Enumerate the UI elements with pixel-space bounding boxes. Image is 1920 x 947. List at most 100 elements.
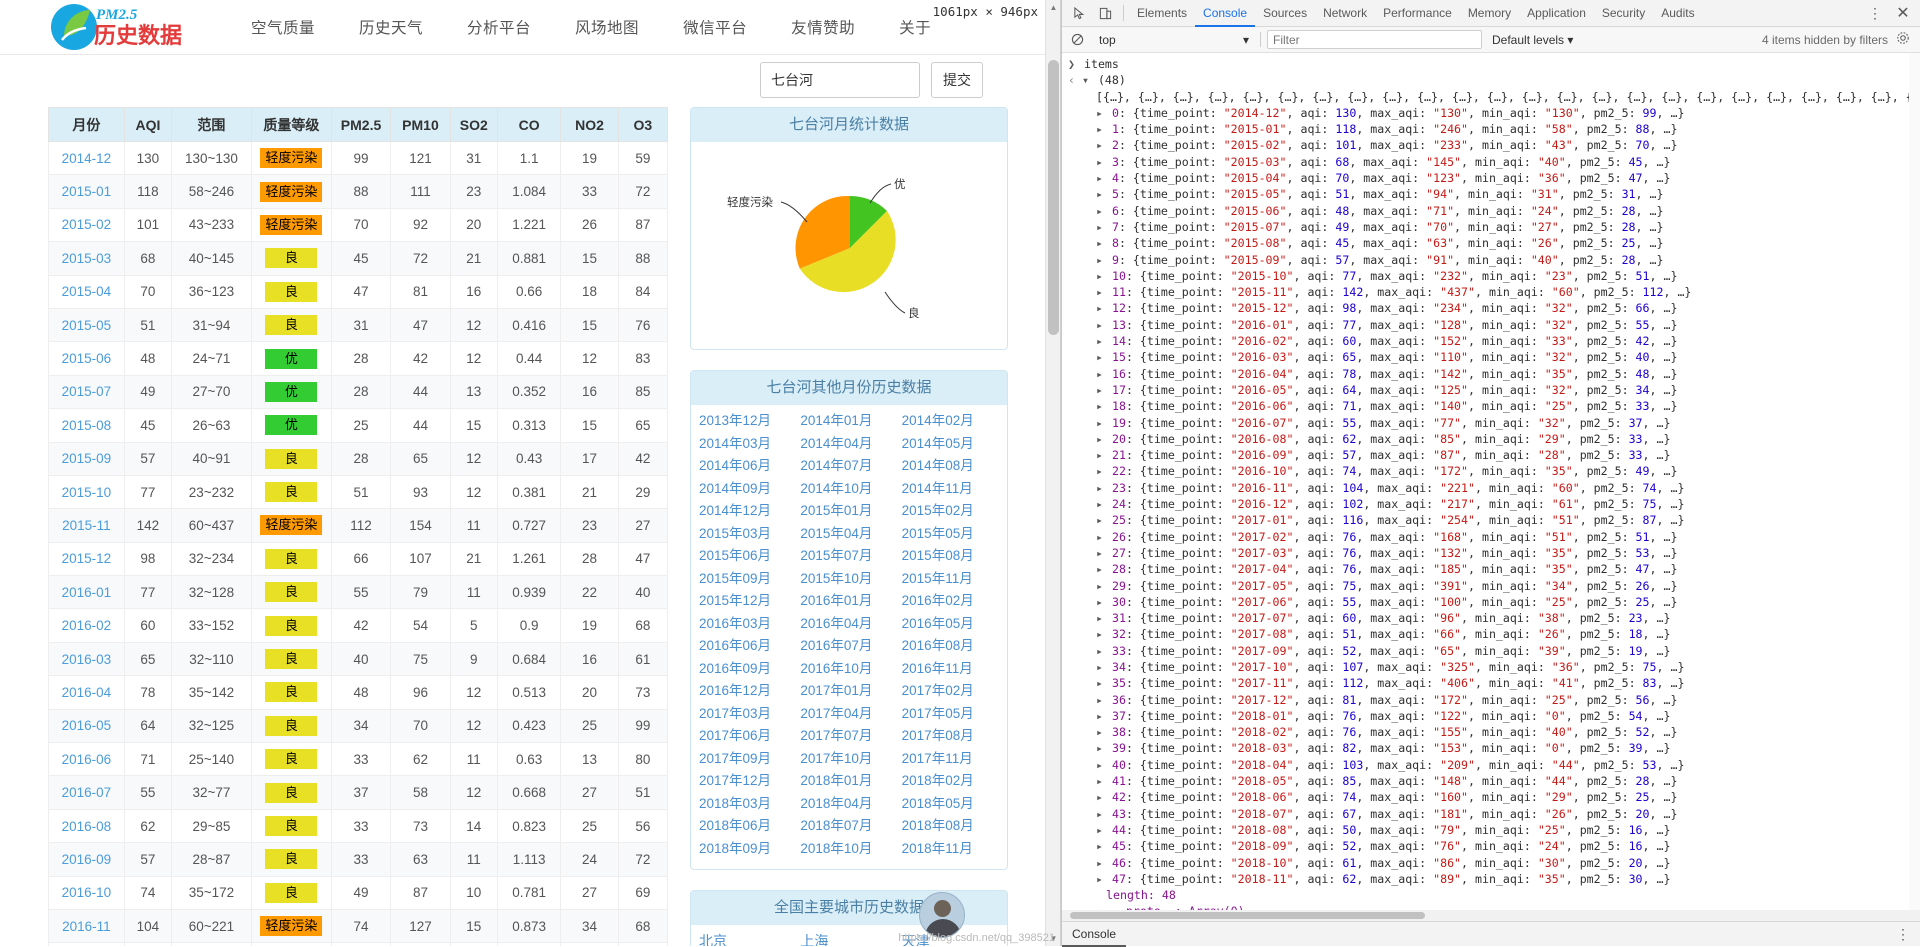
other-month-link[interactable]: 2015年12月	[699, 591, 796, 612]
inspect-element-icon[interactable]	[1066, 1, 1092, 25]
other-month-link[interactable]: 2016年02月	[902, 591, 999, 612]
clear-console-icon[interactable]	[1068, 31, 1086, 49]
drawer-tab-console[interactable]: Console	[1062, 922, 1126, 947]
other-month-link[interactable]: 2018年04月	[800, 794, 897, 815]
other-month-link[interactable]: 2016年05月	[902, 614, 999, 635]
month-link[interactable]: 2015-02	[62, 217, 112, 232]
other-month-link[interactable]: 2017年09月	[699, 749, 796, 770]
nav-item-history-weather[interactable]: 历史天气	[337, 16, 445, 38]
other-month-link[interactable]: 2013年12月	[699, 411, 796, 432]
other-month-link[interactable]: 2016年11月	[902, 659, 999, 680]
console-output[interactable]: ❯ items ‹ ▾ (48) [{…}, {…}, {…}, {…}, {…},…	[1062, 53, 1920, 921]
nav-item-sponsor[interactable]: 友情赞助	[769, 16, 877, 38]
other-month-link[interactable]: 2017年11月	[902, 749, 999, 770]
city-link[interactable]: 上海	[800, 931, 897, 946]
other-month-link[interactable]: 2014年06月	[699, 456, 796, 477]
other-month-link[interactable]: 2017年05月	[902, 704, 999, 725]
other-month-link[interactable]: 2017年02月	[902, 681, 999, 702]
other-month-link[interactable]: 2018年11月	[902, 839, 999, 860]
other-month-link[interactable]: 2014年02月	[902, 411, 999, 432]
other-month-link[interactable]: 2017年06月	[699, 726, 796, 747]
other-month-link[interactable]: 2017年04月	[800, 704, 897, 725]
month-link[interactable]: 2015-05	[62, 318, 112, 333]
other-month-link[interactable]: 2018年01月	[800, 771, 897, 792]
other-month-link[interactable]: 2016年12月	[699, 681, 796, 702]
month-link[interactable]: 2015-12	[62, 551, 112, 566]
other-month-link[interactable]: 2016年08月	[902, 636, 999, 657]
other-month-link[interactable]: 2016年06月	[699, 636, 796, 657]
month-link[interactable]: 2015-08	[62, 418, 112, 433]
devtools-tab-performance[interactable]: Performance	[1375, 0, 1460, 27]
month-link[interactable]: 2016-05	[62, 718, 112, 733]
devtools-tab-elements[interactable]: Elements	[1129, 0, 1195, 27]
other-month-link[interactable]: 2014年01月	[800, 411, 897, 432]
gear-icon[interactable]	[1896, 31, 1914, 49]
other-month-link[interactable]: 2018年05月	[902, 794, 999, 815]
nav-item-air-quality[interactable]: 空气质量	[241, 16, 337, 38]
other-month-link[interactable]: 2015年10月	[800, 569, 897, 590]
devtools-tab-network[interactable]: Network	[1315, 0, 1375, 27]
other-month-link[interactable]: 2017年03月	[699, 704, 796, 725]
other-month-link[interactable]: 2014年10月	[800, 479, 897, 500]
nav-item-wechat-platform[interactable]: 微信平台	[661, 16, 769, 38]
month-link[interactable]: 2014-12	[62, 151, 112, 166]
other-month-link[interactable]: 2014年09月	[699, 479, 796, 500]
month-link[interactable]: 2016-09	[62, 852, 112, 867]
nav-item-about[interactable]: 关于	[877, 16, 953, 38]
month-link[interactable]: 2015-11	[62, 518, 111, 533]
month-link[interactable]: 2015-10	[62, 485, 112, 500]
scroll-up-arrow[interactable]: ▲	[1046, 0, 1060, 15]
month-link[interactable]: 2016-07	[62, 785, 112, 800]
other-month-link[interactable]: 2018年03月	[699, 794, 796, 815]
search-input[interactable]	[760, 62, 920, 98]
devtools-tab-console[interactable]: Console	[1195, 0, 1255, 27]
other-month-link[interactable]: 2015年11月	[902, 569, 999, 590]
month-link[interactable]: 2016-04	[62, 685, 112, 700]
other-month-link[interactable]: 2016年03月	[699, 614, 796, 635]
other-month-link[interactable]: 2018年10月	[800, 839, 897, 860]
other-month-link[interactable]: 2014年12月	[699, 501, 796, 522]
other-month-link[interactable]: 2017年08月	[902, 726, 999, 747]
other-month-link[interactable]: 2017年07月	[800, 726, 897, 747]
month-link[interactable]: 2015-09	[62, 451, 112, 466]
devtools-tab-memory[interactable]: Memory	[1460, 0, 1519, 27]
other-month-link[interactable]: 2018年06月	[699, 816, 796, 837]
other-month-link[interactable]: 2014年11月	[902, 479, 999, 500]
site-logo[interactable]: PM2.5 历史数据	[48, 2, 213, 52]
other-month-link[interactable]: 2016年10月	[800, 659, 897, 680]
other-month-link[interactable]: 2014年05月	[902, 434, 999, 455]
toggle-device-toolbar-icon[interactable]	[1092, 1, 1118, 25]
month-link[interactable]: 2016-08	[62, 819, 112, 834]
drawer-more-icon[interactable]: ⋮	[1896, 926, 1920, 943]
other-month-link[interactable]: 2014年04月	[800, 434, 897, 455]
console-horizontal-scrollbar[interactable]	[1062, 910, 1920, 921]
other-month-link[interactable]: 2016年01月	[800, 591, 897, 612]
submit-button[interactable]: 提交	[931, 62, 983, 98]
more-options-icon[interactable]: ⋮	[1861, 5, 1890, 22]
page-scrollbar-thumb[interactable]	[1048, 60, 1059, 335]
other-month-link[interactable]: 2016年09月	[699, 659, 796, 680]
other-month-link[interactable]: 2014年07月	[800, 456, 897, 477]
other-month-link[interactable]: 2016年07月	[800, 636, 897, 657]
month-link[interactable]: 2016-02	[62, 618, 112, 633]
month-link[interactable]: 2015-01	[62, 184, 112, 199]
devtools-tab-audits[interactable]: Audits	[1653, 0, 1702, 27]
devtools-tab-security[interactable]: Security	[1594, 0, 1653, 27]
other-month-link[interactable]: 2015年01月	[800, 501, 897, 522]
other-month-link[interactable]: 2015年08月	[902, 546, 999, 567]
month-link[interactable]: 2016-11	[62, 919, 111, 934]
console-context-select[interactable]: top ▾	[1094, 30, 1254, 49]
page-scrollbar[interactable]: ▲ ▼	[1045, 0, 1060, 946]
nav-item-wind-map[interactable]: 风场地图	[553, 16, 661, 38]
devtools-tab-application[interactable]: Application	[1519, 0, 1594, 27]
other-month-link[interactable]: 2015年02月	[902, 501, 999, 522]
other-month-link[interactable]: 2016年04月	[800, 614, 897, 635]
month-link[interactable]: 2015-06	[62, 351, 112, 366]
other-month-link[interactable]: 2018年08月	[902, 816, 999, 837]
month-link[interactable]: 2016-10	[62, 885, 112, 900]
other-month-link[interactable]: 2015年07月	[800, 546, 897, 567]
console-filter-input[interactable]	[1267, 30, 1482, 49]
other-month-link[interactable]: 2018年09月	[699, 839, 796, 860]
console-hscrollbar-thumb[interactable]	[1070, 912, 1425, 919]
close-devtools-icon[interactable]: ✕	[1890, 1, 1916, 25]
